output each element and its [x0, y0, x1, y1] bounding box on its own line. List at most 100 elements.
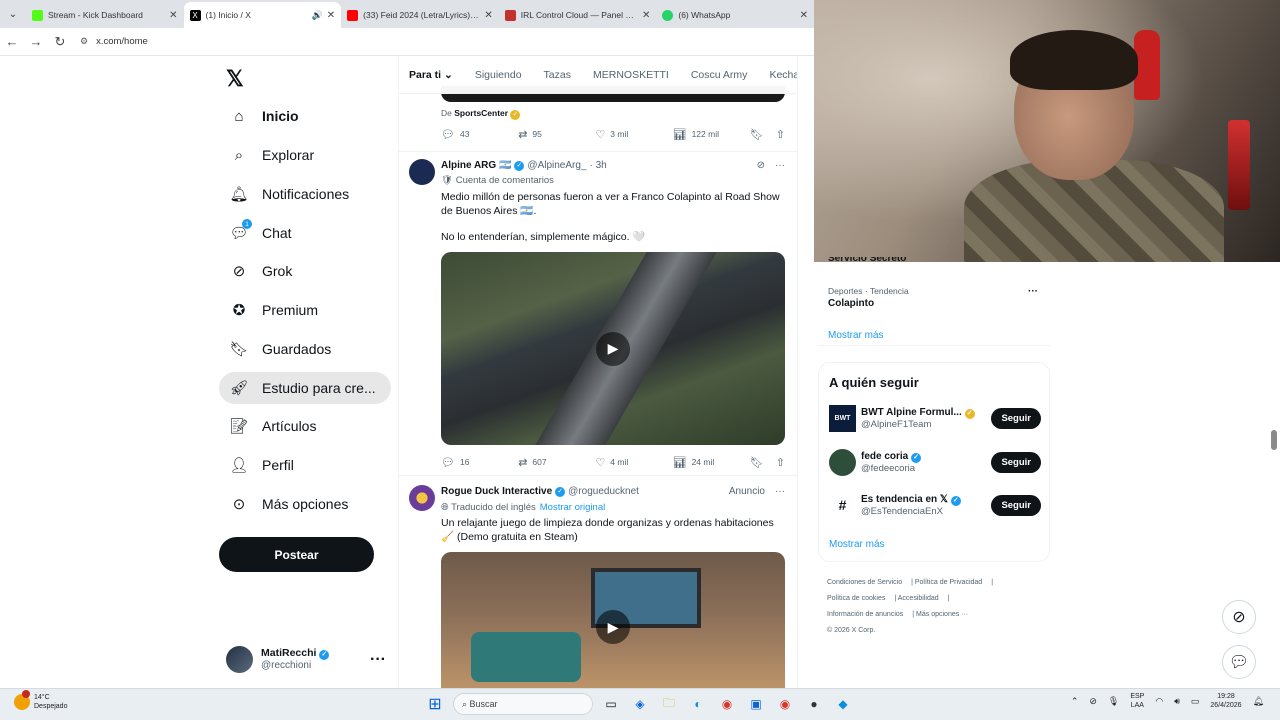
- footer-link[interactable]: Política de Privacidad: [915, 579, 982, 586]
- clock[interactable]: 19:28 26/4/2026: [1210, 692, 1241, 710]
- tweet-alpine[interactable]: Alpine ARG 🇦🇷 ✓ @AlpineArg_ · 3h ⊘ ··· 🛡︎…: [399, 151, 797, 475]
- taskbar-search[interactable]: ⌕ Buscar: [453, 693, 593, 715]
- footer-link[interactable]: Accesibilidad: [898, 595, 939, 602]
- grok-fab-icon[interactable]: ⊘: [1222, 600, 1256, 634]
- reload-icon[interactable]: ↻: [48, 34, 72, 50]
- tweet-video[interactable]: ▶: [441, 552, 785, 688]
- follow-row[interactable]: # Es tendencia en 𝕏 ✓ @EsTendenciaEnX Se…: [829, 490, 1041, 520]
- widget-app-icon[interactable]: ◈: [629, 693, 651, 715]
- nav-grok[interactable]: ⊘ Grok: [219, 255, 391, 287]
- bookmark-icon[interactable]: 🔖︎: [750, 128, 764, 141]
- close-tab-icon[interactable]: ✕: [169, 10, 177, 21]
- follow-row[interactable]: fede coria ✓ @fedeecoria Seguir: [829, 447, 1041, 477]
- edge-icon[interactable]: ◐: [687, 693, 709, 715]
- site-settings-icon[interactable]: ⚙: [80, 36, 88, 47]
- follow-button[interactable]: Seguir: [991, 407, 1041, 429]
- close-tab-icon[interactable]: ✕: [800, 10, 808, 21]
- footer-link[interactable]: Política de cookies: [827, 595, 885, 602]
- more-dots-icon[interactable]: ···: [775, 160, 785, 171]
- url-field[interactable]: ⚙ x.com/home: [80, 36, 148, 47]
- account-switcher[interactable]: MatiRecchi ✓ @recchioni ···: [226, 643, 396, 675]
- windows-start-icon[interactable]: ⊞: [424, 693, 446, 715]
- author-name[interactable]: Rogue Duck Interactive: [441, 486, 552, 497]
- author-handle[interactable]: @AlpineArg_: [527, 160, 586, 171]
- tab-coscu-army[interactable]: Coscu Army: [691, 69, 748, 81]
- nav-inicio[interactable]: ⌂ Inicio: [219, 100, 391, 132]
- forward-arrow-icon[interactable]: →: [24, 34, 48, 49]
- more-dots-icon[interactable]: ···: [370, 651, 386, 669]
- tweet-rogue-duck[interactable]: Rogue Duck Interactive ✓ @rogueducknet A…: [399, 475, 797, 688]
- tab-siguiendo[interactable]: Siguiendo: [475, 69, 522, 81]
- nav-explorar[interactable]: ⌕ Explorar: [219, 139, 391, 171]
- show-original-link[interactable]: Mostrar original: [540, 502, 605, 513]
- footer-link[interactable]: Condiciones de Servicio: [827, 579, 902, 586]
- nav-perfil[interactable]: 👤︎ Perfil: [219, 449, 391, 481]
- show-more-trends-link[interactable]: Mostrar más: [828, 330, 884, 341]
- play-icon[interactable]: ▶: [596, 610, 630, 644]
- close-tab-icon[interactable]: ✕: [484, 10, 492, 21]
- follow-button[interactable]: Seguir: [991, 451, 1041, 473]
- play-icon[interactable]: ▶: [596, 331, 630, 366]
- microphone-icon[interactable]: 🎙︎: [1108, 696, 1119, 707]
- close-tab-icon[interactable]: ✕: [642, 10, 650, 21]
- language-indicator[interactable]: ESP LAA: [1130, 692, 1144, 710]
- bookmark-icon[interactable]: 🔖︎: [750, 456, 764, 469]
- speaker-icon[interactable]: 🔊: [312, 10, 323, 21]
- battery-icon[interactable]: ▭: [1191, 696, 1200, 707]
- nav-estudio[interactable]: 🚀︎ Estudio para cre...: [219, 372, 391, 404]
- repost-button[interactable]: ⇄ 95: [518, 128, 595, 141]
- close-tab-icon[interactable]: ✕: [327, 10, 335, 21]
- author-handle[interactable]: @rogueducknet: [568, 486, 639, 497]
- post-button[interactable]: Postear: [219, 537, 374, 572]
- notifications-icon[interactable]: 🔔︎: [1253, 696, 1264, 707]
- nav-guardados[interactable]: 🔖︎ Guardados: [219, 333, 391, 365]
- footer-link[interactable]: Información de anuncios: [827, 611, 903, 618]
- store-icon[interactable]: ▣: [745, 693, 767, 715]
- tab-mernosketti[interactable]: MERNOSKETTI: [593, 69, 669, 81]
- volume-icon[interactable]: 🔊︎: [1174, 696, 1180, 707]
- tab-whatsapp[interactable]: (6) WhatsApp ✕: [656, 2, 814, 28]
- task-view-icon[interactable]: ▭: [600, 693, 622, 715]
- more-dots-icon[interactable]: ···: [1028, 286, 1038, 297]
- messages-fab-icon[interactable]: 💬︎: [1222, 645, 1256, 679]
- rogue-duck-avatar[interactable]: [409, 485, 435, 511]
- nav-mas-opciones[interactable]: ⊙ Más opciones: [219, 488, 391, 520]
- nav-articulos[interactable]: 📝︎ Artículos: [219, 410, 391, 442]
- nav-notificaciones[interactable]: 🔔︎ Notificaciones: [219, 178, 391, 210]
- tab-irl-control[interactable]: IRL Control Cloud — Panel de c ✕: [499, 2, 657, 28]
- share-icon[interactable]: ⇧: [776, 456, 785, 469]
- views-button[interactable]: 📊︎ 122 mil: [673, 128, 750, 141]
- tweet-time[interactable]: · 3h: [590, 160, 607, 171]
- nav-premium[interactable]: ✪ Premium: [219, 294, 391, 326]
- trend-cut-title[interactable]: Servicio Secreto: [828, 257, 906, 265]
- x-logo-icon[interactable]: 𝕏: [226, 66, 244, 92]
- tweet-video[interactable]: ▶: [441, 252, 785, 445]
- tab-kecha[interactable]: Kecha y: [769, 69, 797, 81]
- file-explorer-icon[interactable]: 🗀: [658, 693, 680, 715]
- share-icon[interactable]: ⇧: [776, 128, 785, 141]
- app-icon[interactable]: ◆: [832, 693, 854, 715]
- like-button[interactable]: ♡ 3 mil: [595, 128, 672, 141]
- tab-kick[interactable]: Stream - Kick Dashboard ✕: [26, 2, 184, 28]
- follow-button[interactable]: Seguir: [991, 494, 1041, 516]
- footer-link[interactable]: Más opciones ···: [916, 611, 968, 618]
- page-scrollbar[interactable]: [1271, 430, 1277, 450]
- trend-name[interactable]: Colapinto: [828, 298, 874, 309]
- tab-list-chevron-icon[interactable]: ⌄: [0, 0, 26, 28]
- more-dots-icon[interactable]: ···: [775, 486, 785, 497]
- nav-chat[interactable]: 💬︎ 1 Chat: [219, 217, 391, 249]
- chrome-profile-icon[interactable]: ◉: [774, 693, 796, 715]
- follow-row[interactable]: BWT BWT Alpine Formul... ✓ @AlpineF1Team…: [829, 403, 1041, 433]
- wifi-icon[interactable]: ◠: [1155, 696, 1163, 707]
- author-name[interactable]: Alpine ARG: [441, 160, 496, 171]
- repost-button[interactable]: ⇄ 607: [518, 456, 595, 469]
- reply-button[interactable]: 💬︎ 43: [441, 128, 518, 141]
- show-more-follows-link[interactable]: Mostrar más: [829, 539, 885, 550]
- views-button[interactable]: 📊︎ 24 mil: [673, 456, 750, 469]
- network-off-icon[interactable]: ⊘: [1089, 696, 1097, 707]
- tab-x-home[interactable]: X (1) Inicio / X 🔊 ✕: [183, 2, 342, 28]
- alpine-avatar[interactable]: [409, 159, 435, 185]
- obs-icon[interactable]: ●: [803, 693, 825, 715]
- reply-button[interactable]: 💬︎ 16: [441, 456, 518, 469]
- chrome-icon[interactable]: ◉: [716, 693, 738, 715]
